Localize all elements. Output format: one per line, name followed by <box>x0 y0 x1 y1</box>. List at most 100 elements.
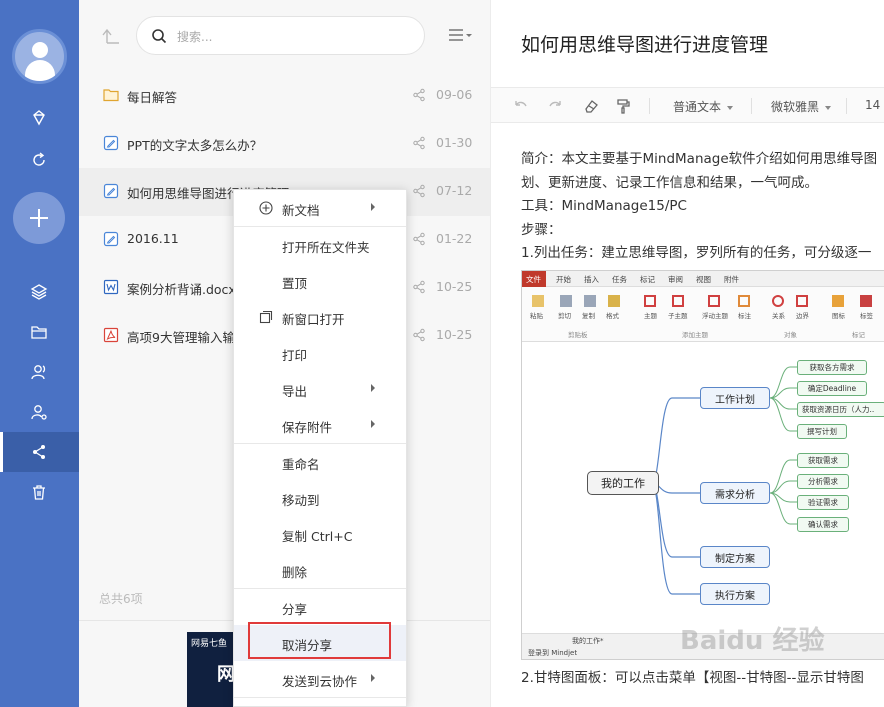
boundary-icon <box>796 295 808 307</box>
mind-map-root: 我的工作 <box>587 471 659 495</box>
folder-icon <box>103 89 119 102</box>
ribbon-tab: 附件 <box>724 275 739 284</box>
menu-item-open-new-window[interactable]: 新窗口打开 <box>234 299 406 335</box>
font-family-select[interactable]: 微软雅黑 <box>771 98 832 115</box>
file-row[interactable]: PPT的文字太多怎么办？ 01-30 <box>79 120 490 168</box>
ribbon-tab-label: 文件 <box>526 275 541 284</box>
contacts-icon[interactable] <box>25 360 53 384</box>
mind-map-leaf: 分析需求 <box>797 474 849 489</box>
menu-item-pin-top[interactable]: 置顶 <box>234 263 406 299</box>
ribbon-button-label: 图标 <box>832 312 845 320</box>
font-size-select[interactable]: 14 <box>865 98 880 112</box>
mind-map-branch: 工作计划 <box>700 387 770 409</box>
mind-map-leaf: 撰写计划 <box>797 424 847 439</box>
menu-item-move-to[interactable]: 移动到 <box>234 480 406 516</box>
menu-item-share[interactable]: 分享 <box>234 589 406 625</box>
page-title[interactable]: 如何用思维导图进行进度管理 <box>521 30 768 57</box>
menu-item-open-folder[interactable]: 打开所在文件夹 <box>234 227 406 263</box>
share-nav-icon[interactable] <box>25 440 53 464</box>
menu-item-label: 导出 <box>282 384 308 399</box>
search-icon <box>152 29 167 44</box>
paragraph: 步骤： <box>521 221 562 238</box>
file-date: 07-12 <box>436 183 473 198</box>
ribbon-body: 粘贴 剪切 复制 格式 主题 子主题 浮动主题 标注 关系 边界 图标 标签 剪… <box>522 287 884 342</box>
ribbon-button-label: 标注 <box>738 312 751 320</box>
undo-icon[interactable] <box>513 98 529 114</box>
menu-item-new-doc[interactable]: 新文档 <box>234 190 406 226</box>
file-date: 01-30 <box>436 135 473 150</box>
sort-menu-icon[interactable] <box>447 27 473 43</box>
paragraph-style-value: 普通文本 <box>673 100 722 114</box>
avatar[interactable] <box>12 29 67 84</box>
ribbon-button-label: 子主题 <box>668 312 688 320</box>
menu-item-print[interactable]: 打印 <box>234 335 406 371</box>
avatar-head-icon <box>32 42 48 58</box>
file-row[interactable]: 每日解答 09-06 <box>79 72 490 120</box>
ribbon-group-label: 对象 <box>784 331 797 339</box>
trash-icon[interactable] <box>25 480 53 504</box>
ribbon-tab: 标记 <box>640 275 655 284</box>
menu-item-copy[interactable]: 复制 Ctrl+C <box>234 516 406 552</box>
promo-title: 网易七鱼 <box>191 639 228 649</box>
menu-item-send-cloud[interactable]: 发送到云协作 <box>234 661 406 697</box>
menu-item-label: 保存附件 <box>282 420 333 435</box>
ribbon-tab: 任务 <box>612 275 627 284</box>
mind-map-canvas: 我的工作 工作计划 需求分析 制定方案 执行方案 获取各方需求 确定Deadli… <box>522 343 884 633</box>
search-input[interactable]: 搜索... <box>177 28 212 45</box>
ribbon-button-label: 标签 <box>860 312 873 320</box>
file-date: 10-25 <box>436 279 473 294</box>
note-icon <box>103 231 119 247</box>
paragraph-style-select[interactable]: 普通文本 <box>673 98 734 115</box>
menu-item-label: 重命名 <box>282 457 320 472</box>
divider <box>649 98 650 114</box>
mind-map-branch: 需求分析 <box>700 482 770 504</box>
diamond-icon[interactable] <box>25 106 53 130</box>
plus-icon <box>30 209 48 227</box>
chevron-down-icon <box>825 105 832 110</box>
menu-item-export[interactable]: 导出 <box>234 371 406 407</box>
share-icon[interactable] <box>412 88 426 102</box>
menu-item-rename[interactable]: 重命名 <box>234 444 406 480</box>
embedded-screenshot[interactable]: 文件 开始 插入 任务 标记 审阅 视图 附件 粘贴 剪切 复制 格式 主题 子… <box>521 270 884 660</box>
folder-icon[interactable] <box>25 320 53 344</box>
layers-icon[interactable] <box>25 280 53 304</box>
file-name: 高项9大管理输入输出 <box>127 330 248 345</box>
copy-icon <box>584 295 596 307</box>
share-icon[interactable] <box>412 328 426 342</box>
menu-item-label: 发送到云协作 <box>282 674 358 689</box>
go-up-icon[interactable] <box>101 27 123 45</box>
file-name: 案例分析背诵.docx <box>127 282 236 297</box>
font-family-value: 微软雅黑 <box>771 100 820 114</box>
menu-item-save-attachment[interactable]: 保存附件 <box>234 407 406 443</box>
eraser-icon[interactable] <box>583 98 599 114</box>
share-icon[interactable] <box>412 136 426 150</box>
share-icon[interactable] <box>412 232 426 246</box>
menu-item-delete[interactable]: 删除 <box>234 552 406 588</box>
group-settings-icon[interactable] <box>25 400 53 424</box>
menu-item-label: 新文档 <box>282 203 320 218</box>
ribbon-group-label: 剪贴板 <box>568 331 588 339</box>
ribbon-button-label: 格式 <box>606 312 619 320</box>
menu-item-label: 复制 Ctrl+C <box>282 529 353 544</box>
search-box[interactable]: 搜索... <box>136 16 425 55</box>
icons-icon <box>832 295 844 307</box>
sync-icon[interactable] <box>25 148 53 172</box>
format-painter-icon[interactable] <box>615 98 631 114</box>
share-icon[interactable] <box>412 280 426 294</box>
mind-map-leaf: 获取资源日历（人力.. <box>797 402 884 417</box>
ribbon-file-tab: 文件 <box>522 271 546 287</box>
subtopic-icon <box>672 295 684 307</box>
mind-map-leaf: 确定Deadline <box>797 381 867 396</box>
new-window-icon <box>259 310 273 324</box>
file-name: 每日解答 <box>127 90 178 105</box>
menu-item-label: 删除 <box>282 565 308 580</box>
redo-icon[interactable] <box>547 98 563 114</box>
document-body[interactable]: 简介：本文主要基于MindManage软件介绍如何用思维导图 划、更新进度、记录… <box>521 148 884 266</box>
watermark: Baidu 经验 <box>680 626 825 656</box>
note-icon <box>103 183 119 199</box>
ribbon-tabs: 文件 开始 插入 任务 标记 审阅 视图 附件 <box>522 271 884 287</box>
add-button[interactable] <box>13 192 65 244</box>
share-icon[interactable] <box>412 184 426 198</box>
file-date: 01-22 <box>436 231 473 246</box>
floating-topic-icon <box>708 295 720 307</box>
